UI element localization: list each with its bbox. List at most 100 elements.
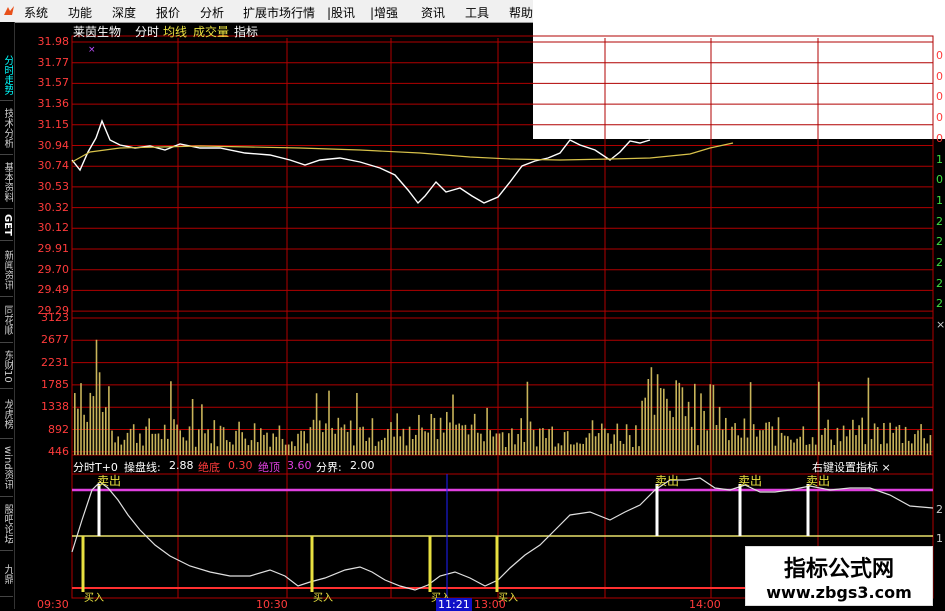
volume-bar	[325, 423, 327, 455]
volume-bar	[470, 424, 473, 455]
volume-bar	[579, 443, 581, 455]
volume-bar	[709, 384, 712, 455]
volume-bar	[390, 422, 392, 455]
volume-bar	[393, 436, 395, 455]
volume-bar	[715, 424, 718, 455]
volume-bar	[111, 430, 113, 455]
tab-volume[interactable]: 成交量	[193, 23, 229, 40]
volume-bar	[914, 434, 916, 455]
volume-bar	[647, 379, 650, 455]
volume-bar	[163, 424, 166, 455]
volume-axis-label: 2231	[41, 355, 69, 369]
volume-bar	[275, 436, 278, 455]
volume-bar	[269, 446, 271, 455]
right-axis-label: 2	[936, 214, 943, 228]
volume-bar	[827, 419, 829, 455]
volume-bar	[917, 430, 919, 455]
volume-bar	[539, 428, 541, 455]
volume-bar	[461, 425, 464, 455]
sell-signal-bar	[738, 484, 742, 536]
volume-bar	[95, 339, 98, 455]
volume-bar	[477, 432, 479, 455]
sell-signal-bar	[655, 484, 659, 536]
volume-bar	[334, 433, 336, 455]
price-axis-label: 29.49	[37, 283, 70, 297]
volume-bar	[380, 440, 383, 455]
volume-bar	[256, 442, 259, 455]
volume-bar	[452, 394, 454, 455]
volume-bar	[759, 430, 761, 455]
volume-bar	[315, 393, 318, 455]
sell-signal-label: 卖出	[806, 474, 831, 488]
volume-bar	[455, 424, 457, 455]
price-axis-label: 30.74	[37, 159, 70, 173]
volume-bar	[337, 417, 340, 455]
price-line	[71, 119, 651, 205]
volume-bar	[870, 439, 873, 455]
volume-bar	[151, 433, 154, 455]
volume-bar	[157, 433, 160, 455]
volume-bar	[498, 433, 501, 455]
volume-bar	[182, 437, 185, 455]
volume-bar	[725, 417, 727, 455]
volume-bar	[833, 445, 836, 455]
volume-bar	[154, 433, 157, 455]
intraday-chart[interactable]: ×	[0, 0, 945, 609]
sell-signal-label: 卖出	[655, 474, 680, 488]
volume-bar	[353, 445, 355, 455]
volume-bar	[83, 414, 85, 455]
volume-bar	[436, 439, 439, 455]
volume-bar	[814, 444, 817, 455]
volume-bar	[780, 432, 783, 455]
volume-bar	[694, 383, 696, 455]
volume-bar	[591, 420, 594, 455]
indicator-bottom-value: 0.30	[228, 459, 253, 472]
indicator-top-value: 3.60	[287, 459, 312, 472]
volume-bar	[548, 429, 550, 455]
right-axis-label: 0	[936, 131, 943, 145]
price-axis-label: 31.57	[37, 76, 70, 90]
volume-bar	[287, 444, 290, 455]
volume-bar	[641, 400, 643, 455]
indicator-axis-label: 1	[936, 532, 943, 545]
volume-bar	[852, 419, 854, 455]
volume-bar	[920, 424, 922, 455]
volume-bar	[883, 423, 885, 455]
volume-bar	[433, 417, 436, 455]
current-price-marker: ×	[88, 45, 96, 55]
volume-bar	[824, 428, 826, 455]
volume-bar	[545, 438, 547, 455]
volume-bar	[297, 433, 299, 455]
volume-bar	[799, 436, 801, 455]
tab-intraday[interactable]: 分时	[135, 23, 159, 40]
volume-bar	[756, 436, 758, 455]
volume-bar	[427, 432, 429, 455]
right-axis-label: 0	[936, 69, 943, 83]
tab-average-line[interactable]: 均线	[163, 23, 187, 40]
buy-signal-label: 买入	[313, 593, 333, 604]
volume-bar	[123, 439, 126, 455]
sell-signal-bar	[97, 484, 101, 536]
volume-bar	[136, 442, 138, 455]
indicator-axis-label: 2	[936, 503, 943, 516]
volume-bar	[284, 444, 287, 455]
volume-bar	[179, 430, 181, 455]
volume-bar	[126, 432, 129, 455]
tab-indicator[interactable]: 指标	[234, 23, 258, 40]
volume-bar	[771, 426, 774, 455]
volume-bar	[672, 417, 674, 455]
volume-bar	[343, 424, 346, 455]
volume-bar	[142, 445, 144, 455]
volume-bar	[294, 446, 296, 455]
volume-bar	[867, 377, 870, 455]
volume-bar	[610, 443, 612, 455]
volume-bar	[901, 442, 904, 455]
volume-bar	[424, 431, 426, 455]
volume-bar	[272, 433, 274, 455]
volume-bar	[415, 434, 417, 455]
volume-bar	[659, 388, 662, 455]
time-label-1030: 10:30	[256, 598, 288, 611]
volume-bar	[740, 437, 743, 455]
time-cursor-label: 11:21	[436, 598, 472, 611]
volume-bar	[718, 406, 721, 455]
